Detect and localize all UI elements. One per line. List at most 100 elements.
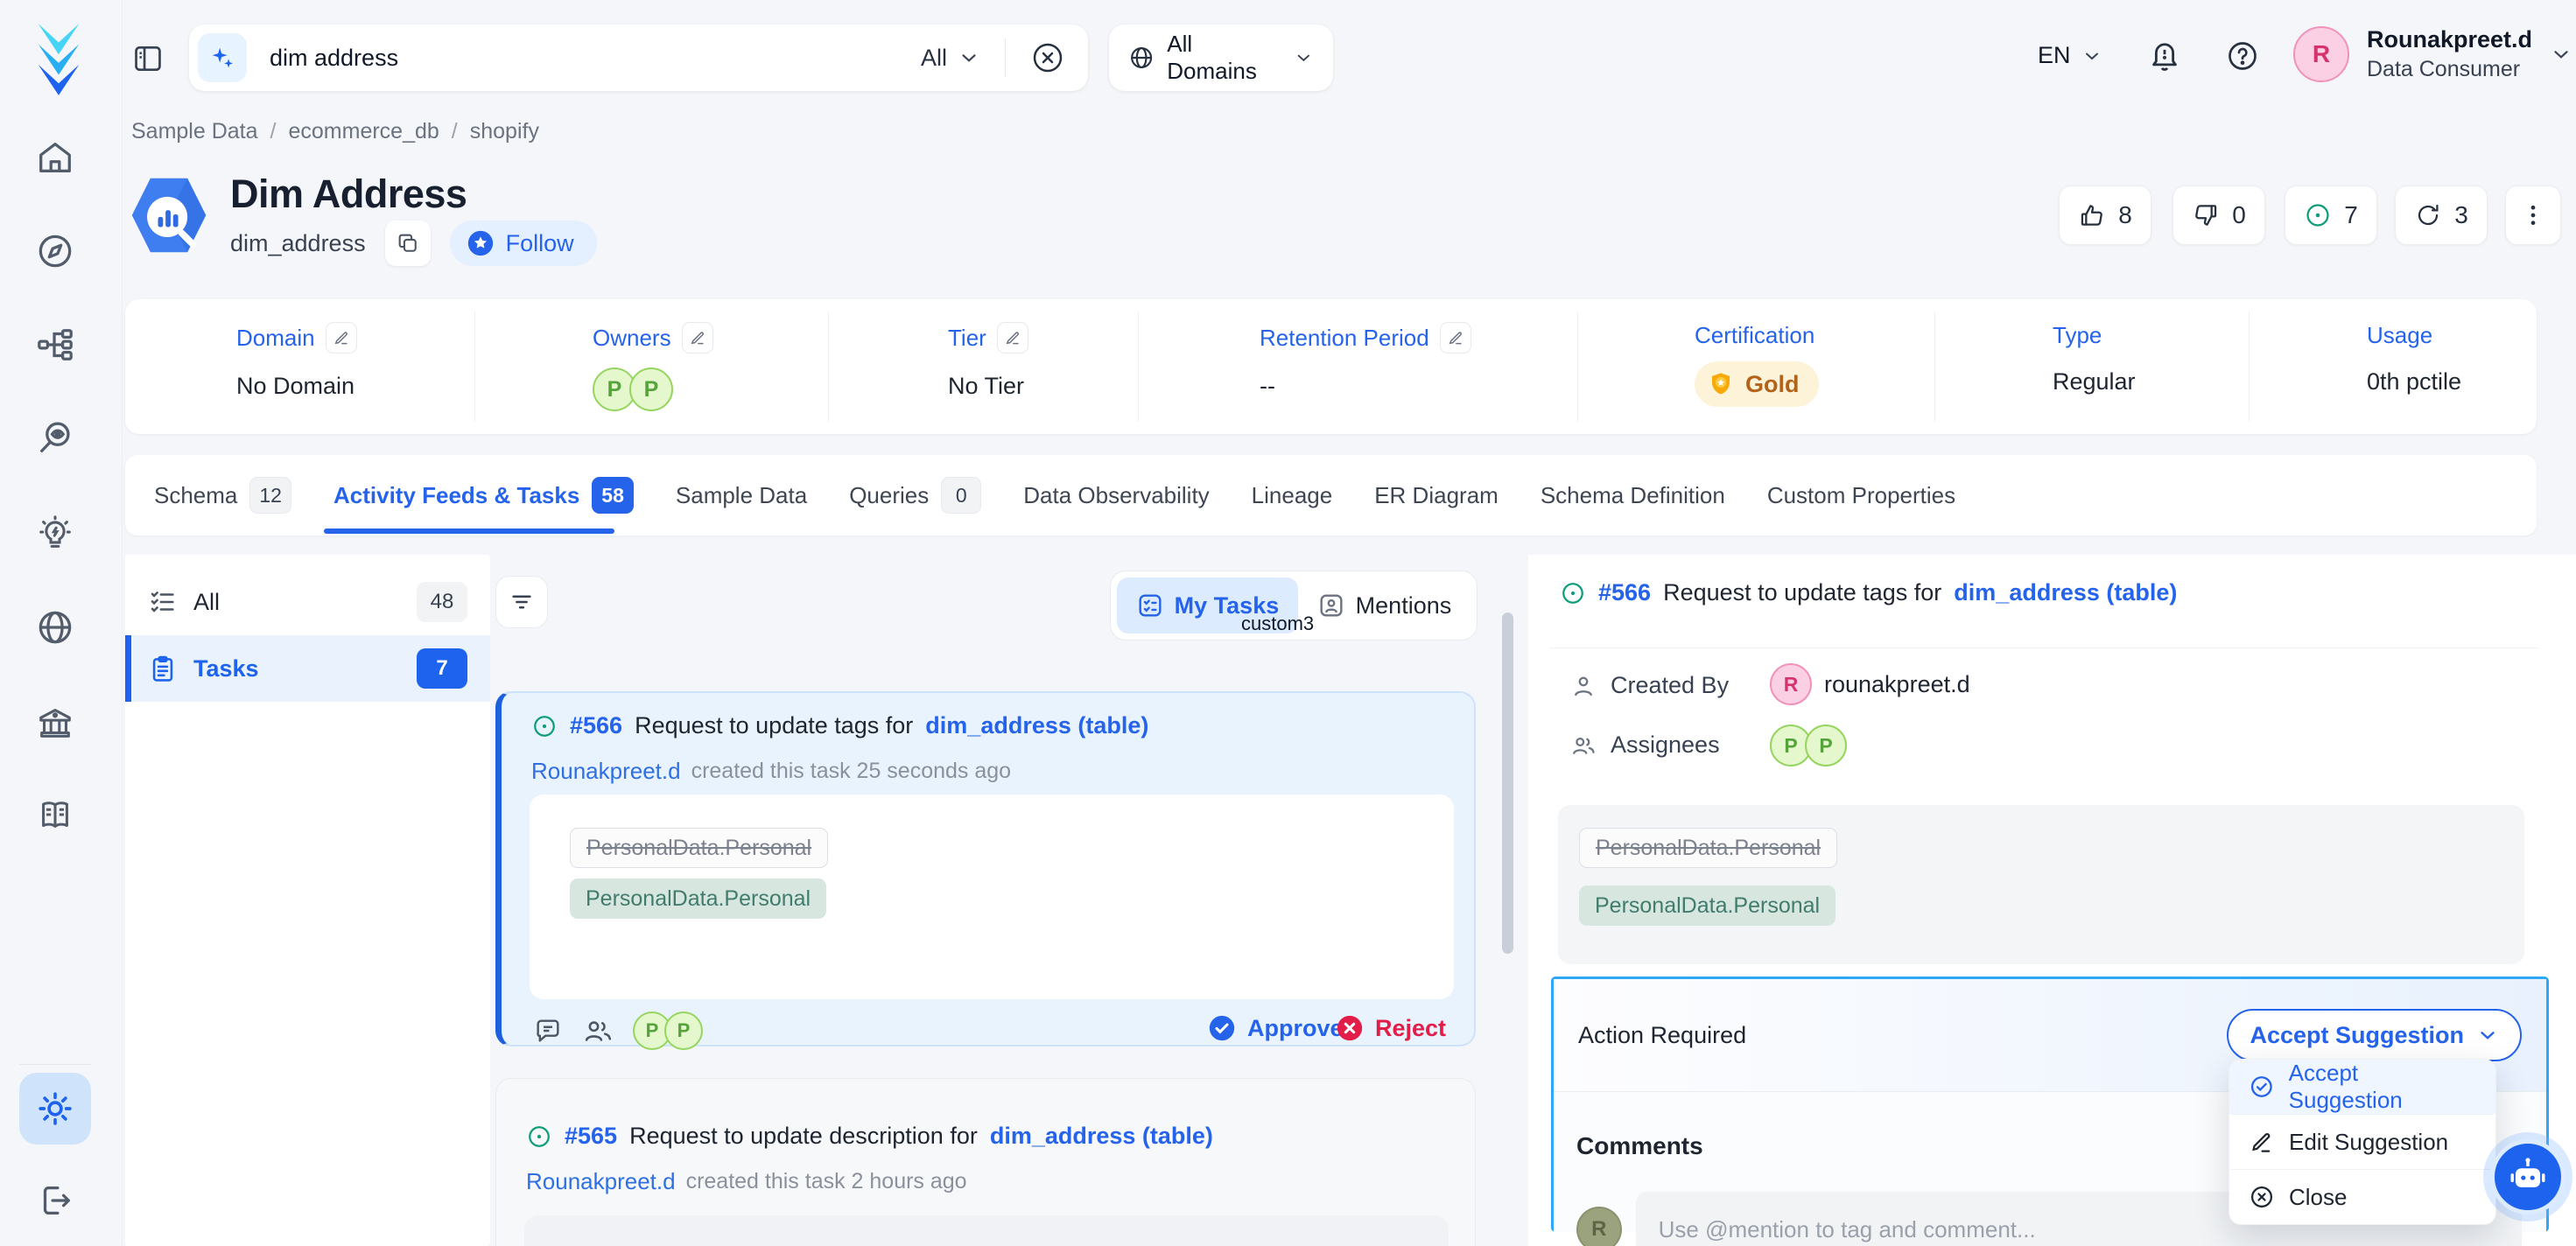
help-icon[interactable] — [2225, 38, 2260, 74]
feed-scrollbar[interactable] — [1502, 612, 1513, 954]
breadcrumb-database[interactable]: ecommerce_db — [288, 119, 439, 144]
table-hexagon-icon — [128, 173, 210, 257]
metadata-tier: Tier No Tier — [948, 322, 1028, 400]
compass-icon[interactable] — [35, 231, 75, 271]
filter-all-label: All — [193, 589, 220, 616]
action-dropdown-button[interactable]: Accept Suggestion — [2227, 1009, 2522, 1061]
insight-search-icon[interactable] — [35, 418, 75, 458]
created-by-row: Created By — [1570, 672, 1729, 699]
idea-icon[interactable] — [35, 514, 75, 554]
divider — [828, 312, 829, 422]
more-actions-button[interactable] — [2505, 186, 2561, 245]
global-search[interactable]: All — [189, 24, 1088, 91]
check-circle-icon — [1207, 1013, 1237, 1043]
reject-button[interactable]: Reject — [1335, 1013, 1446, 1043]
issue-dot-icon — [1560, 580, 1586, 606]
tab-schema-definition[interactable]: Schema Definition — [1541, 482, 1725, 509]
tab-queries[interactable]: Queries0 — [849, 477, 981, 514]
tab-sample-data[interactable]: Sample Data — [676, 482, 807, 509]
breadcrumb-connection[interactable]: Sample Data — [131, 119, 258, 144]
filter-all-count: 48 — [417, 582, 467, 622]
thumbs-up-icon — [2078, 201, 2106, 229]
task-author-link[interactable]: Rounakpreet.d — [526, 1168, 676, 1195]
description-preview: This dimension table contains the billin… — [524, 1215, 1449, 1246]
workflow-icon[interactable] — [35, 325, 75, 365]
approve-button[interactable]: Approve — [1207, 1013, 1344, 1043]
tab-data-observability[interactable]: Data Observability — [1023, 482, 1209, 509]
task-asset-link[interactable]: dim_address (table) — [990, 1123, 1213, 1150]
logout-icon[interactable] — [35, 1180, 75, 1221]
menu-accept-suggestion[interactable]: Accept Suggestion — [2229, 1060, 2495, 1114]
feed-filter-button[interactable] — [495, 576, 548, 628]
edit-pencil-icon[interactable] — [682, 322, 713, 354]
upvote-button[interactable]: 8 — [2059, 186, 2151, 245]
tab-schema[interactable]: Schema12 — [154, 477, 291, 514]
search-scope-dropdown[interactable]: All — [921, 45, 980, 72]
creator-name[interactable]: rounakpreet.d — [1824, 671, 1970, 698]
edit-pencil-icon[interactable] — [326, 322, 357, 354]
refresh-button[interactable]: 3 — [2395, 186, 2488, 245]
metadata-strip: Domain No Domain Owners P P Tier No Tier… — [125, 299, 2537, 434]
glossary-icon[interactable] — [35, 794, 75, 835]
metadata-usage: Usage 0th pctile — [2367, 322, 2461, 396]
metadata-domain: Domain No Domain — [236, 322, 357, 400]
home-icon[interactable] — [35, 137, 75, 178]
people-icon[interactable] — [582, 1015, 614, 1046]
menu-edit-suggestion[interactable]: Edit Suggestion — [2229, 1115, 2495, 1169]
follow-button[interactable]: Follow — [450, 220, 597, 266]
filter-tasks[interactable]: Tasks 7 — [125, 635, 490, 702]
toggle-mentions[interactable]: Mentions — [1298, 578, 1470, 634]
certification-badge: Gold — [1695, 361, 1819, 407]
chevron-down-icon — [958, 46, 980, 69]
edit-pencil-icon[interactable] — [997, 322, 1028, 354]
user-role: Data Consumer — [2367, 57, 2532, 82]
refresh-icon — [2414, 201, 2442, 229]
x-circle-icon — [1335, 1013, 1365, 1043]
task-meta: created this task 2 hours ago — [686, 1169, 967, 1194]
issues-count: 7 — [2344, 201, 2358, 229]
task-card-565[interactable]: #565 Request to update description for d… — [495, 1078, 1476, 1246]
tab-activity-feeds-tasks[interactable]: Activity Feeds & Tasks58 — [333, 477, 634, 514]
breadcrumb-schema[interactable]: shopify — [470, 119, 539, 144]
mention-person-icon — [1317, 592, 1345, 620]
detail-task-id[interactable]: #566 — [1598, 579, 1651, 606]
clear-search-icon[interactable] — [1030, 40, 1065, 75]
bell-icon[interactable] — [2146, 37, 2183, 74]
comment-icon[interactable] — [533, 1016, 563, 1046]
task-id[interactable]: #566 — [570, 712, 622, 739]
filter-tasks-count: 7 — [417, 648, 467, 689]
creator-avatar: R — [1770, 663, 1812, 705]
panel-toggle-icon[interactable] — [131, 42, 165, 75]
all-domains-button[interactable]: All Domains — [1109, 24, 1333, 91]
task-asset-link[interactable]: dim_address (table) — [925, 712, 1148, 739]
owner-avatar[interactable]: P — [629, 368, 673, 411]
menu-close[interactable]: Close — [2229, 1170, 2495, 1224]
detail-asset-link[interactable]: dim_address (table) — [1954, 579, 2177, 606]
search-input[interactable] — [270, 45, 921, 72]
issues-button[interactable]: 7 — [2285, 186, 2377, 245]
removed-tag: PersonalData.Personal — [1579, 828, 1837, 868]
active-tab-underline — [324, 528, 614, 534]
settings-gear-icon[interactable] — [19, 1073, 91, 1144]
task-author-link[interactable]: Rounakpreet.d — [531, 758, 681, 785]
edit-pencil-icon[interactable] — [1440, 322, 1471, 354]
assignee-avatar: P — [664, 1012, 703, 1050]
copy-icon[interactable] — [385, 220, 431, 266]
globe-icon[interactable] — [35, 607, 75, 648]
user-menu[interactable]: R Rounakpreet.d Data Consumer — [2293, 26, 2572, 82]
assistant-bot-button[interactable] — [2490, 1139, 2565, 1214]
language-selector[interactable]: EN — [2038, 42, 2102, 69]
task-card-566[interactable]: #566 Request to update tags for dim_addr… — [495, 691, 1476, 1046]
removed-tag: PersonalData.Personal — [570, 828, 828, 868]
downvote-button[interactable]: 0 — [2172, 186, 2265, 245]
governance-icon[interactable] — [35, 703, 75, 743]
filter-all[interactable]: All 48 — [125, 569, 490, 635]
atlan-logo[interactable] — [25, 19, 93, 96]
tab-lineage[interactable]: Lineage — [1252, 482, 1333, 509]
task-id[interactable]: #565 — [565, 1123, 617, 1150]
issue-dot-icon — [531, 713, 558, 739]
person-icon — [1570, 673, 1597, 699]
rail-divider — [19, 1064, 91, 1065]
tab-er-diagram[interactable]: ER Diagram — [1374, 482, 1499, 509]
tab-custom-properties[interactable]: Custom Properties — [1767, 482, 1955, 509]
